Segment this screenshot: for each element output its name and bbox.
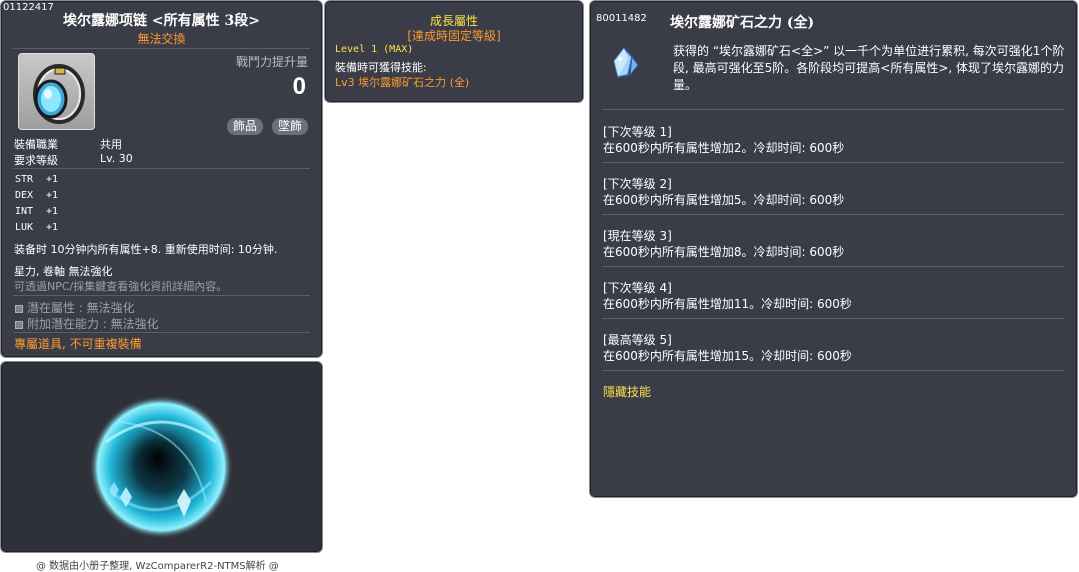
skill-level-heading: [下次等级 2] [603,177,672,191]
skill-level-heading: [下次等级 4] [603,281,672,295]
divider [13,48,310,49]
skill-description: 获得的 “埃尔露娜矿石<全>” 以一千个为单位进行累积, 每次可强化1个阶段, … [673,44,1065,92]
stat-row: STR +1 [15,174,58,185]
stat-value: +1 [46,174,59,185]
skill-level-effect: 在600秒内所有属性增加15。冷却时间: 600秒 [603,349,852,363]
skill-id: 80011482 [596,13,647,24]
divider [602,162,1065,163]
growth-skill-label: 裝備時可獲得技能: [335,61,427,74]
growth-subtitle: [達成時固定等級] [407,29,501,43]
growth-skill-value: Lv3 埃尔露娜矿石之力 (全) [335,76,470,89]
stat-name: STR [15,174,34,185]
skill-tooltip-panel: 80011482 埃尔露娜矿石之力 (全) 获得的 “埃尔露娜矿石<全>” 以一… [589,0,1078,498]
skill-level-effect: 在600秒内所有属性增加2。冷却时间: 600秒 [603,141,845,155]
footer-credit: @ 数据由小册子整理, WzComparerR2-NTMS解析 @ [36,561,279,572]
power-increase-value: 0 [292,73,306,100]
stat-name: DEX [15,190,34,201]
growth-attribute-panel: 成長屬性 [達成時固定等級] Level 1 (MAX) 裝備時可獲得技能: L… [324,0,584,103]
stat-name: LUK [15,222,34,233]
stat-value: +1 [46,190,59,201]
divider [602,266,1065,267]
level-value: Lv. 30 [100,152,133,165]
skill-level-heading: [現在等级 3] [603,229,672,243]
trade-status: 無法交換 [137,32,186,46]
job-value: 共用 [100,138,122,151]
level-label: 要求等級 [14,154,58,167]
divider [13,332,310,333]
stat-row: DEX +1 [15,190,58,201]
divider [13,295,310,296]
divider [602,318,1065,319]
power-increase-label: 戰鬥力提升量 [235,55,308,69]
skill-name: 埃尔露娜矿石之力 (全) [670,15,815,31]
skill-level-effect: 在600秒内所有属性增加11。冷却时间: 600秒 [603,297,852,311]
divider [602,370,1065,371]
stat-row: INT +1 [15,206,58,217]
unique-item-text: 專屬道具, 不可重複裝備 [14,337,142,351]
divider [602,214,1065,215]
divider [602,109,1065,110]
item-tooltip-panel: 01122417 埃尔露娜项链 <所有属性 3段> 無法交換 戰鬥力提升量 0 … [0,0,323,358]
stat-value: +1 [46,206,59,217]
skill-level-heading: [下次等级 1] [603,125,672,139]
item-title: 埃尔露娜项链 <所有属性 3段> [63,13,260,29]
crystal-icon [606,45,642,81]
stat-name: INT [15,206,34,217]
pendant-icon [18,53,95,130]
hidden-skill-label: 隱藏技能 [603,385,652,399]
bonus-potential-row: 附加潛在能力 : 無法強化 [15,315,159,332]
crystal-orb-image [89,395,233,539]
skill-level-effect: 在600秒内所有属性增加5。冷却时间: 600秒 [603,193,845,207]
square-bullet-icon [15,320,23,329]
job-label: 裝備職業 [14,138,58,151]
tag-pendant: 墜飾 [272,118,309,135]
potential-row: 潛在屬性 : 無法強化 [15,299,135,316]
bonus-potential-text: 附加潛在能力 : 無法強化 [27,317,159,331]
skill-level-effect: 在600秒内所有属性增加8。冷却时间: 600秒 [603,245,845,259]
skill-level-heading: [最高等级 5] [603,333,672,347]
square-bullet-icon [15,304,23,313]
potential-text: 潛在屬性 : 無法強化 [27,301,135,315]
item-effect-image-panel [0,361,323,553]
stat-row: LUK +1 [15,222,58,233]
tag-accessory: 飾品 [227,118,264,135]
stat-value: +1 [46,222,59,233]
enhance-text: 星力, 卷軸 無法強化 [14,265,113,278]
growth-level: Level 1 (MAX) [335,44,414,55]
hint-text: 可透過NPC/採集鍵查看強化資訊詳細內容。 [14,280,228,293]
item-effect-text: 装备时 10分钟内所有属性+8. 重新使用时间: 10分钟. [14,243,278,256]
divider [13,168,310,169]
